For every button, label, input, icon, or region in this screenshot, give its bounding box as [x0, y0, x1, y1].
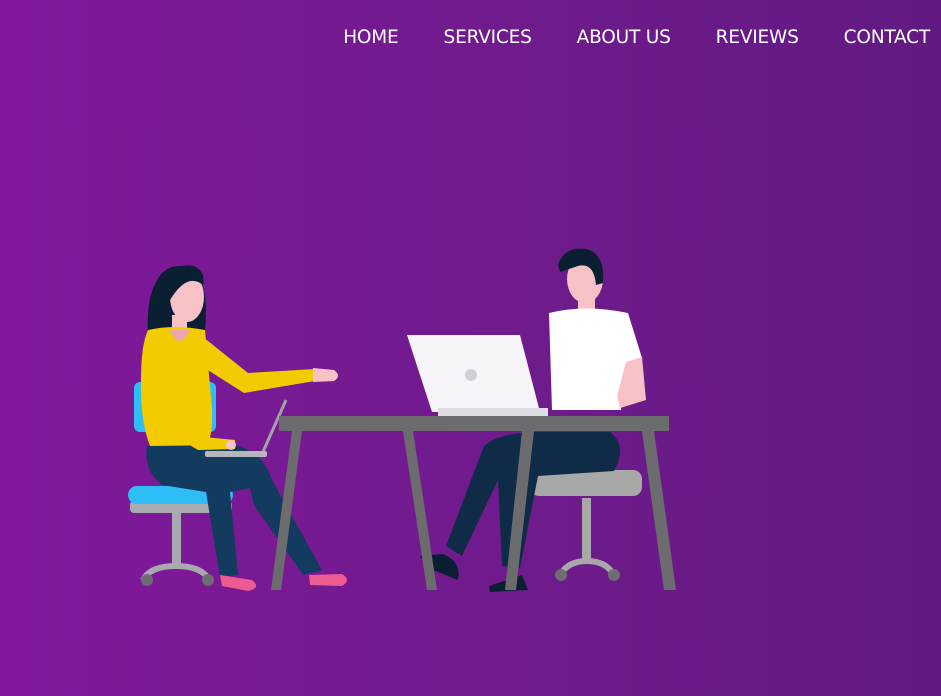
nav-link-services[interactable]: SERVICES [444, 27, 532, 49]
nav-link-reviews[interactable]: REVIEWS [716, 27, 799, 49]
nav-link-home[interactable]: HOME [343, 27, 399, 49]
hero-illustration [128, 248, 676, 592]
nav-link-about-us[interactable]: ABOUT US [577, 27, 671, 49]
main-navigation: HOME SERVICES ABOUT US REVIEWS CONTACT [343, 27, 930, 49]
landing-page: HOME SERVICES ABOUT US REVIEWS CONTACT [0, 0, 941, 696]
nav-link-contact[interactable]: CONTACT [844, 27, 931, 49]
laptop-illustration [407, 335, 548, 416]
man-chair [530, 470, 642, 581]
